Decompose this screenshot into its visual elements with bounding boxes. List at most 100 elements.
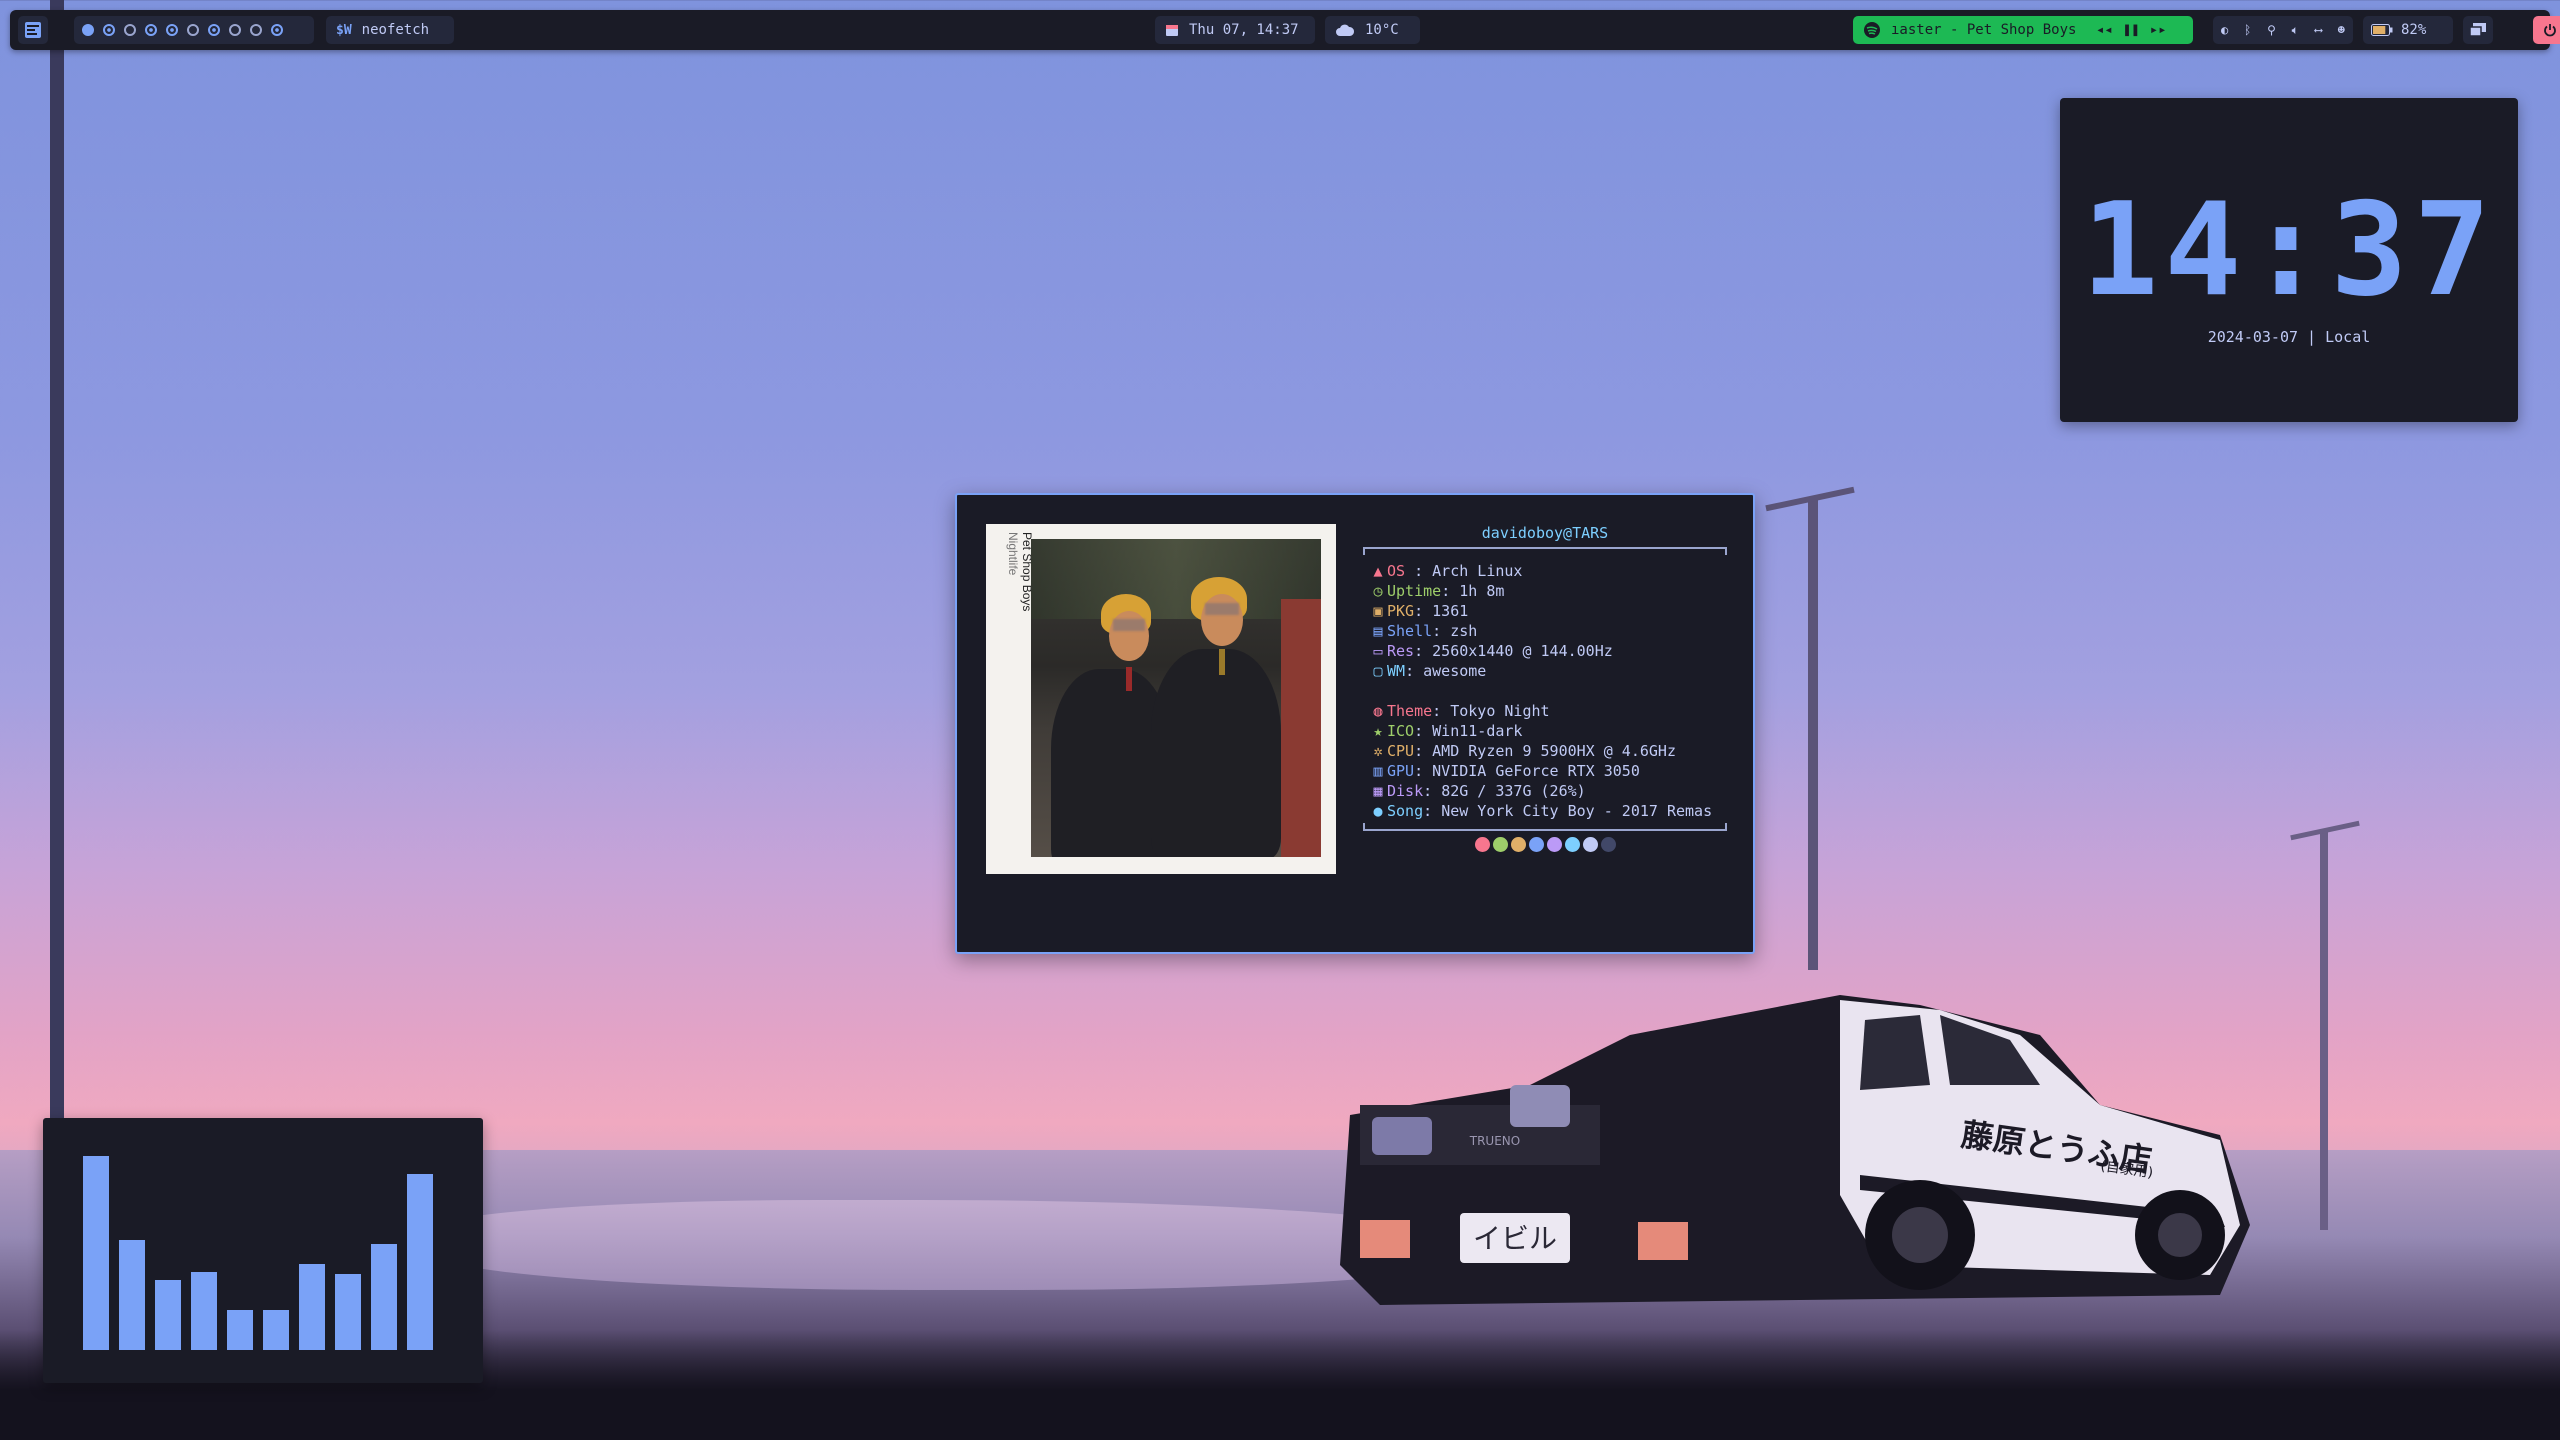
layout-switcher[interactable] [2463,16,2493,44]
info-row-pkg: ▣ PKG: 1361 [1355,601,1735,621]
album-title: Nightlife [1006,532,1020,576]
workspace-5-dot[interactable] [166,24,178,36]
network-icon[interactable]: ⟷ [2315,23,2322,37]
palette-swatch-2 [1492,837,1508,852]
previous-track-icon[interactable]: ◂◂ [2096,22,2113,38]
calendar-icon [1166,25,1178,36]
workspace-9-dot[interactable] [250,24,262,36]
info-value: awesome [1423,662,1487,680]
album-cover: Pet Shop Boys Nightlife [986,524,1336,874]
task-label: neofetch [361,22,430,38]
workspace-switcher [74,16,314,44]
pause-icon[interactable]: ❚❚ [2123,22,2140,38]
visualizer-bar [371,1244,397,1350]
info-row-disk: ▦ Disk: 82G / 337G (26%) [1355,781,1735,801]
battery-percent: 82% [2401,22,2427,38]
battery-icon [2371,24,2393,36]
info-row-ico: ★ ICO: Win11-dark [1355,721,1735,741]
license-plate: イビル [1473,1222,1557,1255]
desktop-clock-widget: 14:37 2024-03-07 | Local [2060,98,2518,422]
task-neofetch[interactable]: $W neofetch [326,16,454,44]
utility-pole-center [1808,500,1818,970]
visualizer-bar [119,1240,145,1350]
power-icon [2544,24,2556,37]
next-track-icon[interactable]: ▸▸ [2150,22,2167,38]
palette-swatch-7 [1582,837,1598,852]
music-player[interactable]: ıaster - Pet Shop Boys ◂◂ ❚❚ ▸▸ [1853,16,2193,44]
palette-swatch-5 [1546,837,1562,852]
info-row-uptime: ◷ Uptime: 1h 8m [1355,581,1735,601]
app-launcher-icon [25,22,41,38]
info-row-os: ▲ OS : Arch Linux [1355,561,1735,581]
power-button[interactable] [2533,16,2560,44]
info-row-res: ▭ Res: 2560x1440 @ 144.00Hz [1355,641,1735,661]
info-value: 2560x1440 @ 144.00Hz [1432,642,1613,660]
info-key: Res [1387,642,1415,660]
info-value: zsh [1450,622,1478,640]
ae86-car: イビル TRUENO 藤原とうふ店 (自家用) [1340,995,2250,1305]
monitor-icon: ▭ [1373,642,1383,660]
workspace-1-dot[interactable] [82,24,94,36]
cpu-icon: ✲ [1373,742,1383,760]
info-row-song: ● Song: New York City Boy - 2017 Remas [1355,801,1735,821]
app-launcher-button[interactable] [18,16,48,44]
weather-widget[interactable]: 10°C [1325,16,1420,44]
info-key: Song [1387,802,1424,820]
workspace-10-dot[interactable] [271,24,283,36]
clock-widget[interactable]: Thu 07, 14:37 [1155,16,1315,44]
visualizer-bar [83,1156,109,1350]
palette-swatch-8 [1600,837,1616,852]
neofetch-terminal-window[interactable]: Pet Shop Boys Nightlife davidoboy@TARS ▲… [955,493,1755,954]
color-palette [1355,837,1735,852]
workspace-7-dot[interactable] [208,24,220,36]
workspace-2-dot[interactable] [103,24,115,36]
workspace-6-dot[interactable] [187,24,199,36]
info-value: 1h 8m [1459,582,1505,600]
info-value: 1361 [1432,602,1469,620]
clock-time: 14:37 [2081,176,2497,325]
terminal-icon: ▤ [1373,622,1383,640]
info-key: Theme [1387,702,1433,720]
battery-indicator[interactable]: 82% [2363,16,2453,44]
info-key: GPU [1387,762,1415,780]
album-cover-text: Pet Shop Boys Nightlife [1006,532,1034,611]
music-icon: ● [1373,802,1383,820]
info-value: NVIDIA GeForce RTX 3050 [1432,762,1640,780]
visualizer-bar [335,1274,361,1350]
terminal-task-icon: $W [336,22,352,38]
info-key: Shell [1387,622,1433,640]
info-row-gpu: ▥ GPU: NVIDIA GeForce RTX 3050 [1355,761,1735,781]
utility-pole-left [50,0,64,1150]
discord-icon[interactable]: ☻ [2338,23,2345,37]
bluetooth-icon[interactable]: ᛒ [2244,23,2251,37]
layout-icon [2470,23,2486,37]
star-icon: ★ [1373,722,1383,740]
info-value: Arch Linux [1432,562,1523,580]
info-key: CPU [1387,742,1415,760]
clock-icon: ◷ [1373,582,1383,600]
disk-icon: ▦ [1373,782,1383,800]
info-key: ICO [1387,722,1415,740]
steam-icon[interactable]: ◐ [2221,23,2228,37]
volume-icon[interactable]: 🔈︎ [2292,23,2299,38]
workspace-4-dot[interactable] [145,24,157,36]
audio-visualizer-widget [43,1118,483,1383]
visualizer-bar [263,1310,289,1350]
info-row-theme: ◍ Theme: Tokyo Night [1355,701,1735,721]
workspace-3-dot[interactable] [124,24,136,36]
workspace-8-dot[interactable] [229,24,241,36]
gpu-icon: ▥ [1373,762,1383,780]
palette-swatch-1 [1474,837,1490,852]
album-photo [1031,539,1321,857]
clock-date: 2024-03-07 | Local [2207,328,2371,346]
info-key: Disk [1387,782,1424,800]
arch-icon: ▲ [1373,562,1383,580]
weather-text: 10°C [1365,22,1399,38]
palette-swatch-4 [1528,837,1544,852]
palette-icon: ◍ [1373,702,1383,720]
info-value: AMD Ryzen 9 5900HX @ 4.6GHz [1432,742,1676,760]
info-group-system: ▲ OS : Arch Linux ◷ Uptime: 1h 8m ▣ PKG: 1361… [1355,561,1735,681]
location-icon[interactable]: ⚲ [2267,23,2276,37]
window-icon: ▢ [1373,662,1383,680]
info-key: PKG [1387,602,1415,620]
